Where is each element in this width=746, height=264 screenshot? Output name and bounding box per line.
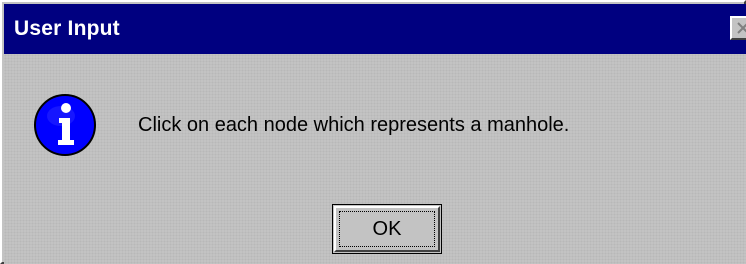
dialog-body: Click on each node which represents a ma… bbox=[4, 54, 746, 264]
close-button[interactable] bbox=[730, 16, 746, 40]
user-input-dialog: User Input Click on each node which repr… bbox=[0, 0, 746, 264]
close-icon bbox=[737, 22, 746, 34]
info-icon bbox=[34, 94, 96, 156]
title-bar[interactable]: User Input bbox=[4, 4, 746, 54]
ok-button-label: OK bbox=[372, 217, 402, 240]
dialog-title: User Input bbox=[14, 17, 120, 40]
dialog-message: Click on each node which represents a ma… bbox=[138, 114, 570, 136]
ok-button[interactable]: OK bbox=[332, 204, 442, 254]
